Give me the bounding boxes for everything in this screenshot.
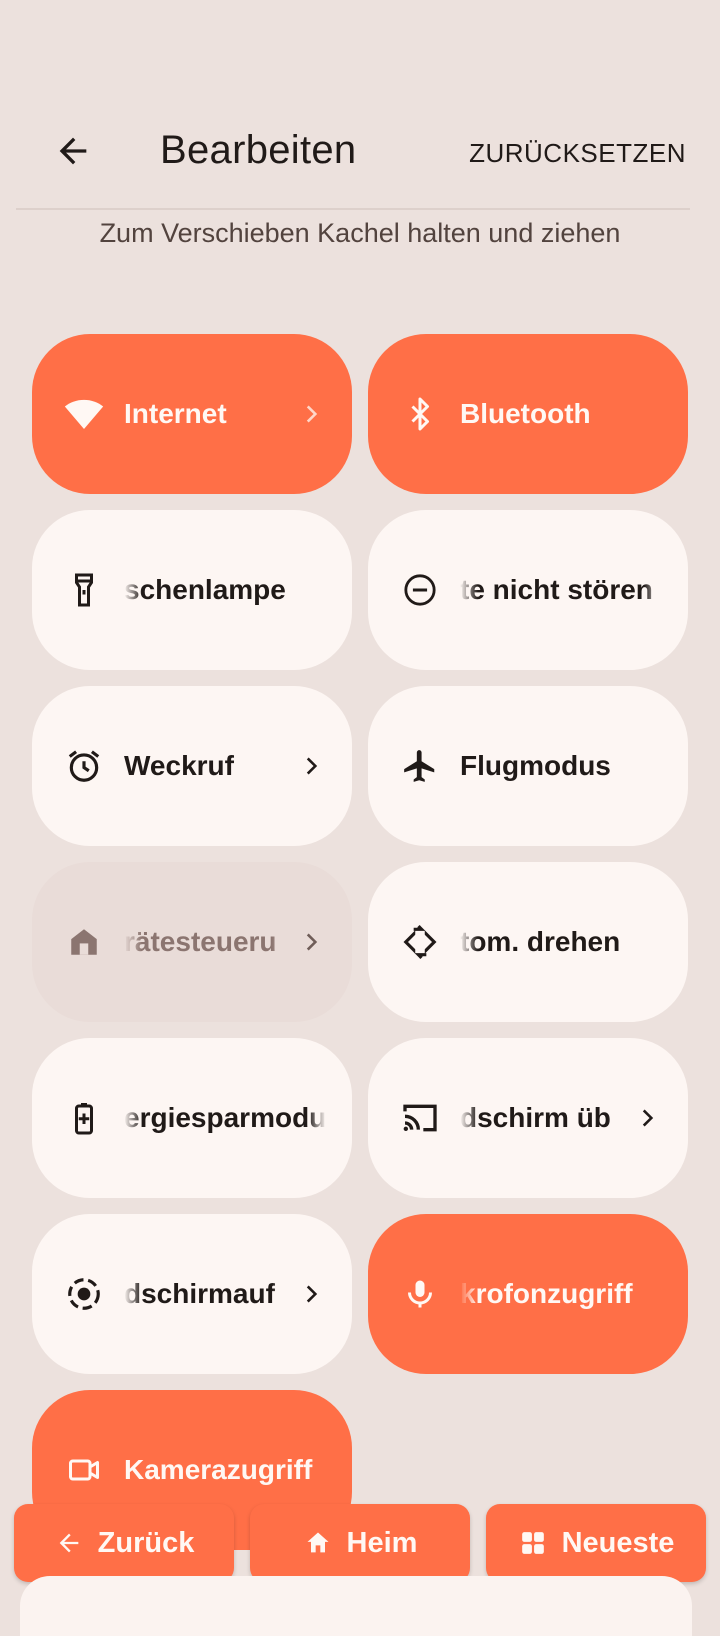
cast-icon	[400, 1098, 440, 1138]
bluetooth-icon	[400, 394, 440, 434]
tile-label: Flugmodus	[460, 750, 611, 781]
microphone-icon	[400, 1274, 440, 1314]
reset-button[interactable]: ZURÜCKSETZEN	[469, 138, 686, 169]
tile-label: te nicht stören	[460, 574, 653, 605]
airplane-icon	[400, 746, 440, 786]
tile-label: tom. drehen	[460, 926, 621, 957]
chevron-right-icon	[296, 927, 326, 957]
tile-battery-saver[interactable]: ergiesparmodu	[32, 1038, 352, 1198]
tile-label: Kamerazugriff	[124, 1454, 313, 1485]
tile-device-controls[interactable]: rätesteueru	[32, 862, 352, 1022]
chevron-right-icon	[632, 1103, 662, 1133]
alarm-icon	[64, 746, 104, 786]
tile-label: krofonzugriff	[460, 1278, 633, 1309]
tile-label: dschirm üb	[460, 1102, 611, 1133]
tile-internet[interactable]: Internet	[32, 334, 352, 494]
hint-text: Zum Verschieben Kachel halten und ziehen	[99, 218, 621, 248]
screen-record-icon	[64, 1274, 104, 1314]
arrow-back-icon	[59, 137, 87, 165]
nav-back-button[interactable]: Zurück	[14, 1504, 234, 1582]
auto-rotate-icon	[400, 922, 440, 962]
tile-label: Internet	[124, 398, 227, 429]
tile-do-not-disturb[interactable]: te nicht stören	[368, 510, 688, 670]
home-icon	[303, 1528, 333, 1558]
tile-screen-cast[interactable]: dschirm üb	[368, 1038, 688, 1198]
tile-airplane-mode[interactable]: Flugmodus	[368, 686, 688, 846]
tile-label: dschirmauf	[124, 1278, 275, 1309]
tile-screen-record[interactable]: dschirmauf	[32, 1214, 352, 1374]
tile-microphone-access[interactable]: krofonzugriff	[368, 1214, 688, 1374]
nav-home-label: Heim	[346, 1526, 418, 1559]
chevron-right-icon	[296, 751, 326, 781]
nav-back-label: Zurück	[97, 1526, 195, 1559]
camera-icon	[64, 1450, 104, 1490]
tile-flashlight[interactable]: schenlampe	[32, 510, 352, 670]
tile-bluetooth[interactable]: Bluetooth	[368, 334, 688, 494]
chevron-right-icon	[296, 1279, 326, 1309]
back-button[interactable]	[50, 128, 96, 174]
flashlight-icon	[64, 570, 104, 610]
do-not-disturb-icon	[400, 570, 440, 610]
recents-grid-icon	[518, 1528, 548, 1558]
tile-label: ergiesparmodu	[124, 1102, 326, 1133]
nav-recents-button[interactable]: Neueste	[486, 1504, 706, 1582]
battery-saver-icon	[64, 1098, 104, 1138]
tile-label: Bluetooth	[460, 398, 591, 429]
wifi-icon	[64, 394, 104, 434]
arrow-back-icon	[54, 1528, 84, 1558]
bottom-sheet-edge	[20, 1576, 692, 1636]
tile-label: Weckruf	[124, 750, 234, 781]
navigation-bar: Zurück Heim Neueste	[0, 1504, 720, 1584]
nav-home-button[interactable]: Heim	[250, 1504, 470, 1582]
divider	[16, 208, 690, 210]
tile-alarm[interactable]: Weckruf	[32, 686, 352, 846]
tile-label: rätesteueru	[124, 926, 277, 957]
tile-auto-rotate[interactable]: tom. drehen	[368, 862, 688, 1022]
page-title: Bearbeiten	[160, 128, 357, 172]
header: Bearbeiten ZURÜCKSETZEN Zum Verschieben …	[0, 0, 720, 248]
nav-recents-label: Neueste	[561, 1526, 675, 1559]
tile-label: schenlampe	[124, 574, 286, 605]
home-icon	[64, 922, 104, 962]
chevron-right-icon	[296, 399, 326, 429]
